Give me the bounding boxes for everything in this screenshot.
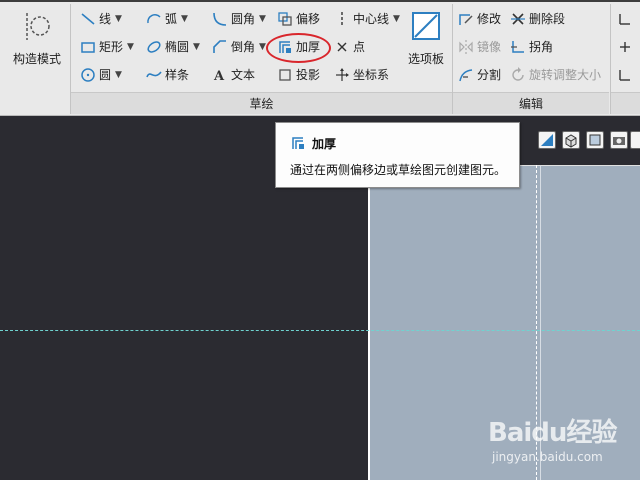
text-label: 文本: [231, 68, 256, 82]
point-icon: [337, 42, 347, 52]
chamfer-label: 倒角: [231, 40, 256, 54]
text-icon: A: [213, 69, 225, 83]
ribbon-top-edge: [0, 0, 640, 2]
thicken-icon: [292, 137, 304, 149]
next-group-label: [611, 92, 640, 114]
palette-button[interactable]: 选项板: [404, 10, 448, 67]
camera-icon[interactable]: [610, 131, 628, 149]
rectangle-icon: [81, 42, 95, 53]
offset-tool[interactable]: 偏移: [277, 8, 320, 30]
coordinate-system-icon: [336, 68, 349, 81]
display-style-icon[interactable]: [630, 131, 640, 149]
spline-label: 样条: [165, 68, 190, 82]
project-tool[interactable]: 投影: [277, 64, 320, 86]
svg-text:A: A: [213, 69, 225, 83]
thicken-highlight-circle: [266, 33, 331, 63]
watermark-url: jingyan.baidu.com: [492, 450, 603, 464]
rotate-resize-icon: [512, 67, 524, 81]
chamfer-icon: [213, 40, 226, 53]
tooltip-description: 通过在两侧偏移边或草绘图元创建图元。: [290, 163, 507, 177]
ellipse-tool[interactable]: 椭圆 ▼: [146, 36, 200, 58]
chevron-down-icon[interactable]: ▼: [259, 8, 266, 30]
palette-icon: [412, 12, 440, 40]
mirror-icon: [459, 40, 473, 54]
circle-label: 圆: [99, 68, 112, 82]
construct-mode-icon: [26, 13, 50, 40]
tooltip-title: 加厚: [312, 137, 337, 151]
cut-off-tool-icon[interactable]: [618, 68, 632, 82]
mirror-label: 镜像: [477, 40, 502, 54]
centerline-icon: [341, 12, 343, 26]
line-label: 线: [99, 12, 112, 26]
saved-views-icon[interactable]: [586, 131, 604, 149]
fillet-icon: [213, 12, 227, 26]
centerline-tool[interactable]: 中心线 ▼: [334, 8, 400, 30]
fillet-label: 圆角: [231, 12, 256, 26]
ribbon: 构造模式 线 ▼ 矩形 ▼ 圆 ▼ 弧 ▼ 椭圆 ▼ 样条 圆角 ▼ 倒角 ▼ …: [0, 0, 640, 116]
chevron-down-icon[interactable]: ▼: [259, 36, 266, 58]
rotate-resize-tool[interactable]: 旋转调整大小: [510, 64, 601, 86]
chevron-down-icon[interactable]: ▼: [115, 8, 122, 30]
divide-label: 分割: [477, 68, 502, 82]
arc-icon: [147, 14, 161, 24]
edit-group-label: 编辑: [453, 92, 609, 114]
point-label: 点: [353, 40, 366, 54]
modify-label: 修改: [477, 12, 502, 26]
draw-group-label: 草绘: [71, 92, 452, 114]
delete-segment-label: 删除段: [529, 12, 566, 26]
project-icon: [279, 69, 291, 81]
chamfer-tool[interactable]: 倒角 ▼: [212, 36, 266, 58]
horizontal-guide-line: [0, 330, 640, 331]
rectangle-tool[interactable]: 矩形 ▼: [80, 36, 134, 58]
coordinate-system-label: 坐标系: [353, 68, 390, 82]
delete-segment-tool[interactable]: 删除段: [510, 8, 565, 30]
mirror-tool[interactable]: 镜像: [458, 36, 501, 58]
chevron-down-icon[interactable]: ▼: [127, 36, 134, 58]
cut-off-tool-icon[interactable]: [618, 12, 632, 26]
offset-icon: [278, 12, 292, 26]
modify-icon: [459, 14, 473, 25]
arc-label: 弧: [165, 12, 178, 26]
ellipse-icon: [147, 41, 161, 53]
circle-tool[interactable]: 圆 ▼: [80, 64, 122, 86]
circle-icon: [81, 68, 95, 82]
centerline-label: 中心线: [353, 12, 390, 26]
thicken-tooltip: 加厚 通过在两侧偏移边或草绘图元创建图元。: [275, 122, 520, 188]
fillet-tool[interactable]: 圆角 ▼: [212, 8, 266, 30]
corner-tool[interactable]: 拐角: [510, 36, 553, 58]
line-icon: [81, 13, 95, 25]
construct-mode-label: 构造模式: [12, 52, 61, 66]
chevron-down-icon[interactable]: ▼: [115, 64, 122, 86]
corner-label: 拐角: [529, 40, 554, 54]
ellipse-label: 椭圆: [165, 40, 190, 54]
rotate-resize-label: 旋转调整大小: [529, 68, 602, 82]
cut-off-tool-icon[interactable]: [618, 40, 632, 54]
palette-label: 选项板: [407, 52, 444, 66]
coordinate-system-tool[interactable]: 坐标系: [334, 64, 389, 86]
corner-icon: [511, 41, 524, 53]
arc-tool[interactable]: 弧 ▼: [146, 8, 188, 30]
offset-label: 偏移: [296, 12, 321, 26]
line-tool[interactable]: 线 ▼: [80, 8, 122, 30]
text-tool[interactable]: A 文本: [212, 64, 255, 86]
delete-segment-icon: [511, 13, 525, 25]
watermark: Baidu经验 jingyan.baidu.com: [478, 408, 638, 478]
project-label: 投影: [296, 68, 321, 82]
point-tool[interactable]: 点: [334, 36, 365, 58]
chevron-down-icon[interactable]: ▼: [181, 8, 188, 30]
divide-tool[interactable]: 分割: [458, 64, 501, 86]
spline-tool[interactable]: 样条: [146, 64, 189, 86]
watermark-brand: Baidu经验: [488, 418, 617, 448]
spline-icon: [146, 71, 162, 78]
chevron-down-icon[interactable]: ▼: [393, 8, 400, 30]
cube-icon[interactable]: [562, 131, 580, 149]
chevron-down-icon[interactable]: ▼: [193, 36, 200, 58]
modify-tool[interactable]: 修改: [458, 8, 501, 30]
view-orient-icon[interactable]: [538, 131, 556, 149]
construct-mode-button[interactable]: 构造模式: [8, 10, 66, 67]
divide-icon: [459, 69, 473, 82]
rectangle-label: 矩形: [99, 40, 124, 54]
